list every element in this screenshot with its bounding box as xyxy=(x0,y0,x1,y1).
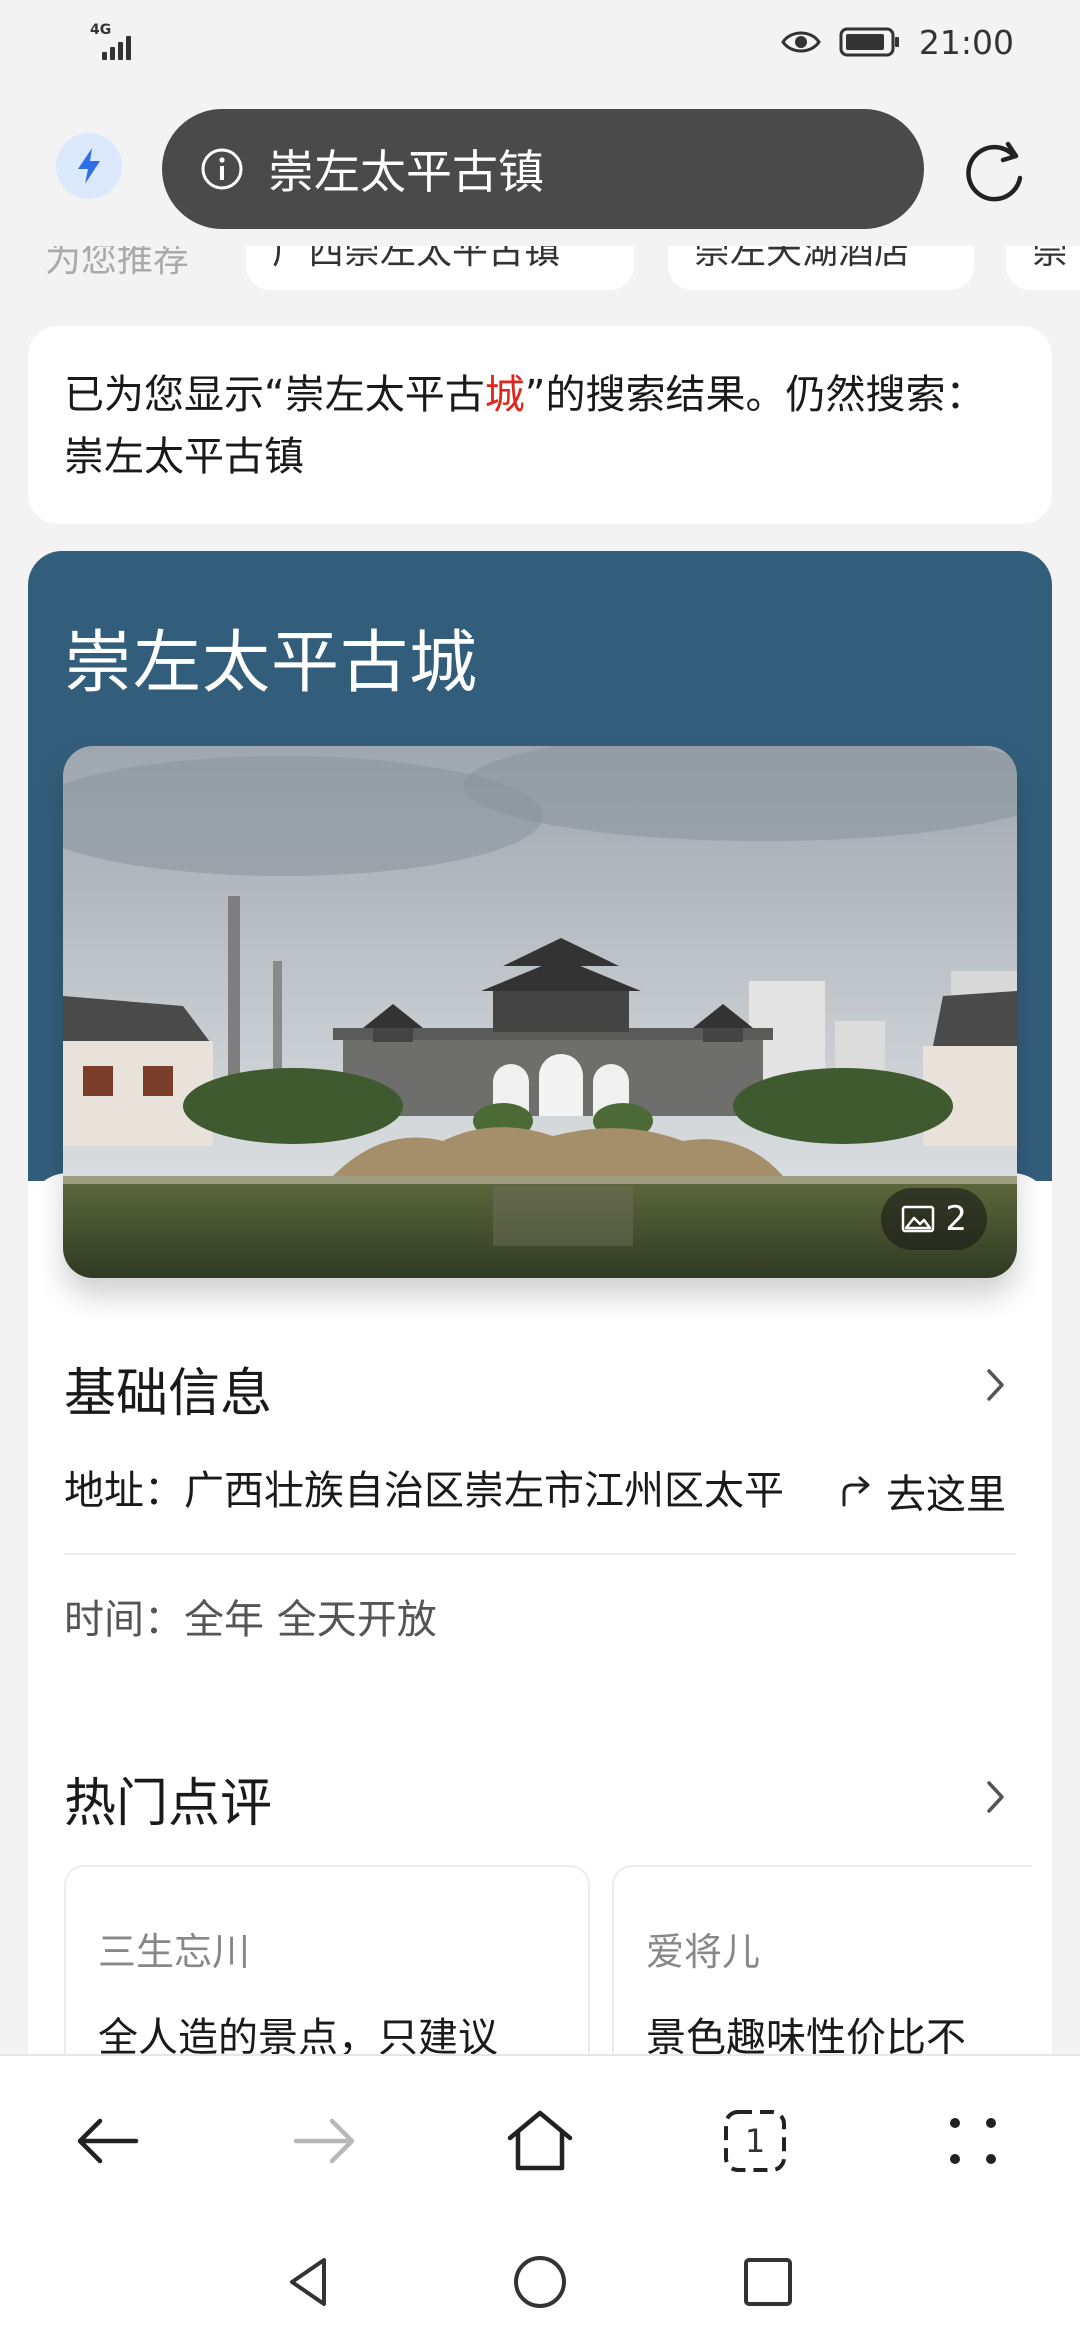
notice-prefix: 已为您显示“崇左太平古 xyxy=(64,372,485,418)
attraction-card: 崇左太平古城 2 基础信息 地址：广西壮族自治区崇左市江州区太平 去这里 时间：… xyxy=(28,551,1052,2091)
browser-toolbar: 1 xyxy=(0,2054,1080,2226)
info-icon[interactable] xyxy=(200,147,244,191)
battery-icon xyxy=(839,27,899,57)
directions-button[interactable]: 去这里 xyxy=(838,1461,1006,1521)
attraction-title: 崇左太平古城 xyxy=(64,624,479,703)
home-button[interactable] xyxy=(505,2106,575,2176)
eye-icon xyxy=(781,31,821,53)
review-user: 三生忘川 xyxy=(98,1930,251,1974)
hours-value: 全年 全天开放 xyxy=(184,1597,437,1643)
clock: 21:00 xyxy=(918,22,1014,62)
refresh-icon[interactable] xyxy=(962,138,1028,204)
more-dots-icon xyxy=(950,2118,996,2164)
photo-count: 2 xyxy=(945,1199,967,1239)
nav-home-icon[interactable] xyxy=(510,2252,570,2312)
tab-count: 1 xyxy=(744,2122,766,2160)
suggestion-chip[interactable]: 崇 xyxy=(1006,246,1080,290)
review-user: 爱将儿 xyxy=(646,1930,761,1974)
basic-info-title[interactable]: 基础信息 xyxy=(64,1351,272,1426)
address-bar[interactable]: 崇左太平古镇 xyxy=(162,109,924,229)
search-query-text: 崇左太平古镇 xyxy=(268,145,544,199)
search-correction-notice: 已为您显示“崇左太平古城”的搜索结果。仍然搜索： 崇左太平古镇 xyxy=(28,326,1052,524)
home-icon xyxy=(507,2110,573,2171)
reviews-title[interactable]: 热门点评 xyxy=(64,1761,272,1836)
tabs-button[interactable]: 1 xyxy=(720,2106,790,2176)
gallery-icon xyxy=(902,1205,935,1233)
back-button[interactable] xyxy=(72,2106,142,2176)
quick-action-button[interactable] xyxy=(56,133,122,199)
browser-top-bar: 崇左太平古镇 xyxy=(0,86,1080,246)
address-label: 地址： xyxy=(64,1468,184,1514)
bolt-icon xyxy=(78,148,100,184)
system-nav-bar xyxy=(0,2226,1080,2340)
menu-button[interactable] xyxy=(938,2106,1008,2176)
photo-count-badge[interactable]: 2 xyxy=(881,1188,987,1250)
suggestion-strip: 为您推荐 广西崇左太平古镇 崇左天湖酒店 崇 xyxy=(0,246,1080,290)
address-row: 地址：广西壮族自治区崇左市江州区太平 xyxy=(64,1461,824,1521)
chevron-right-icon[interactable] xyxy=(980,1365,1010,1405)
notice-suffix: ”的搜索结果。仍然搜索： xyxy=(524,372,986,418)
arrow-right-icon xyxy=(293,2118,355,2164)
suggestion-chip[interactable]: 崇左天湖酒店 xyxy=(668,246,974,290)
chevron-right-icon[interactable] xyxy=(980,1777,1010,1817)
status-bar: 4G 21:00 xyxy=(0,0,1080,86)
address-value: 广西壮族自治区崇左市江州区太平 xyxy=(184,1468,784,1514)
nav-back-icon[interactable] xyxy=(280,2252,340,2312)
suggestion-lead-label: 为您推荐 xyxy=(45,246,190,280)
directions-label: 去这里 xyxy=(886,1472,1006,1518)
signal-icon: 4G xyxy=(90,22,146,60)
photo-illustration xyxy=(63,746,1017,1278)
arrow-left-icon xyxy=(77,2118,139,2164)
alt-query-link[interactable]: 崇左太平古镇 xyxy=(64,434,304,480)
forward-button[interactable] xyxy=(290,2106,360,2176)
notice-highlight: 城 xyxy=(484,372,525,418)
nav-recents-icon[interactable] xyxy=(738,2252,798,2312)
hours-row: 时间：全年 全天开放 xyxy=(64,1587,437,1645)
attraction-photo[interactable]: 2 xyxy=(63,746,1017,1278)
status-right: 21:00 xyxy=(781,20,1014,64)
route-arrow-icon xyxy=(842,1476,870,1507)
divider xyxy=(64,1553,1016,1555)
hours-label: 时间： xyxy=(64,1597,184,1643)
suggestion-chip[interactable]: 广西崇左太平古镇 xyxy=(246,246,634,290)
